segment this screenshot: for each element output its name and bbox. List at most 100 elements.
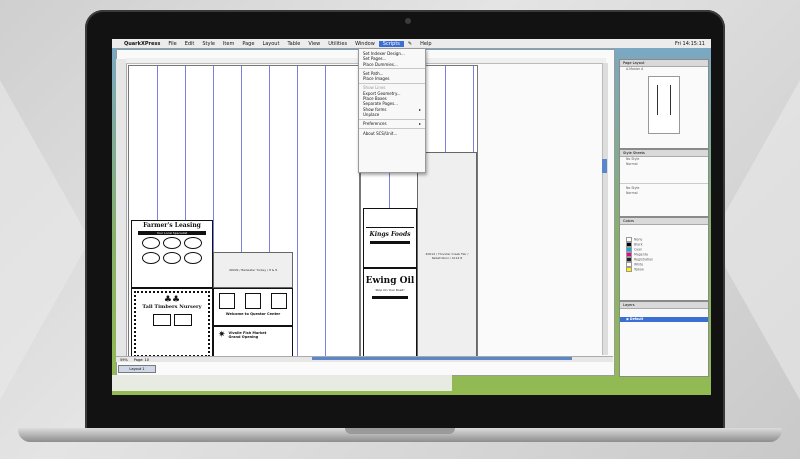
menu-item-place-dummies[interactable]: Place Dummies... [359, 62, 425, 67]
page-left[interactable]: Farmer's Leasing Your Local Specialist ♣… [128, 65, 360, 362]
palette-title: Colors [620, 218, 708, 225]
ad-graphic [184, 237, 202, 249]
menu-utilities[interactable]: Utilities [324, 41, 351, 47]
submenu-arrow-icon: ▸ [418, 121, 421, 127]
menu-help[interactable]: Help [416, 41, 435, 47]
menubar-clock[interactable]: Fri 14:15:11 [671, 41, 711, 47]
ad-photo [245, 293, 261, 309]
menu-file[interactable]: File [164, 41, 180, 47]
menu-layout[interactable]: Layout [258, 41, 283, 47]
scripts-menu: Set Indexer Design... Set Pages... Place… [358, 48, 426, 173]
menu-item[interactable]: Item [219, 41, 238, 47]
placeholder-box[interactable]: 40009 / Bellwater Turkey / 8 & 8 [213, 252, 293, 288]
column-guide [297, 66, 298, 361]
eye-icon[interactable]: ◉ [626, 317, 629, 321]
script-icon[interactable]: ✎ [404, 41, 416, 47]
style-row[interactable]: Normal [620, 162, 708, 167]
tools-palette[interactable] [116, 59, 127, 359]
menu-item-label: Show forms [363, 106, 387, 112]
screen: QuarkXPress File Edit Style Item Page La… [112, 39, 711, 395]
menu-separator [359, 118, 425, 120]
ad-graphic [142, 252, 160, 264]
colors-palette[interactable]: Colors None Black Cyan Magenta Registrat… [619, 217, 709, 301]
color-row[interactable]: Yellow [620, 267, 708, 272]
layers-toolbar [620, 309, 708, 317]
menu-item-about[interactable]: About SCS/Unit... [359, 131, 425, 136]
menu-quarkxpress[interactable]: QuarkXPress [120, 41, 164, 47]
menu-page[interactable]: Page [238, 41, 258, 47]
ad-graphic [163, 237, 181, 249]
color-swatch [626, 267, 632, 272]
page-field[interactable]: Page: 10 [134, 358, 149, 362]
ad-tall-timbers[interactable]: ♣♣ Tall Timbers Nursery [131, 288, 213, 360]
ad-graphic [142, 237, 160, 249]
vertical-scrollbar[interactable] [602, 63, 608, 355]
placeholder-box[interactable]: 40014 / Thunder Creek Fair / Rebatrikoni… [417, 152, 477, 360]
ad-welcome-garden[interactable]: Welcome to Questor Center [213, 288, 293, 326]
color-name: Black [634, 242, 643, 247]
color-name: White [634, 262, 644, 267]
ad-ewing-oil[interactable]: Ewing Oil Stop On Your Road! [363, 268, 417, 360]
page-thumbnail[interactable] [648, 76, 680, 134]
background-window [112, 375, 452, 391]
page-layout-palette[interactable]: Page Layout A-Master A [619, 59, 709, 149]
ad-farmers-leasing-title: Farmer's Leasing [143, 222, 201, 229]
ad-ewing-oil-subtitle: Stop On Your Road! [375, 288, 405, 292]
menu-item-place-images[interactable]: Place Images [359, 76, 425, 81]
style-sheets-palette[interactable]: Style Sheets No Style Normal No Style No… [619, 149, 709, 217]
ad-graphic [184, 252, 202, 264]
palette-divider [620, 183, 708, 184]
ad-fish-market[interactable]: ✷ Vivalle Fish Market Grand Opening [213, 326, 293, 360]
menu-item-unplace[interactable]: Unplace [359, 112, 425, 117]
menu-view[interactable]: View [304, 41, 324, 47]
ad-photo [271, 293, 287, 309]
ad-graphic [163, 252, 181, 264]
menu-table[interactable]: Table [283, 41, 304, 47]
color-name: Cyan [634, 247, 643, 252]
horizontal-scroll-thumb[interactable] [312, 357, 572, 360]
palette-title: Page Layout [620, 60, 708, 67]
camera-icon [405, 18, 411, 24]
colors-toolbar [620, 225, 708, 237]
ad-header-graphic [366, 211, 414, 228]
char-style-row[interactable]: Normal [620, 191, 708, 196]
layer-row-default[interactable]: ◉ Default [620, 317, 708, 322]
master-page[interactable]: A-Master A [620, 67, 708, 72]
menu-separator [359, 82, 425, 84]
ad-bar [370, 241, 410, 244]
layers-palette[interactable]: Layers ◉ Default [619, 301, 709, 377]
color-name: Registration [634, 257, 654, 262]
layer-name: Default [629, 317, 644, 321]
ad-kings-foods[interactable]: Kings Foods [363, 208, 417, 268]
menu-separator [359, 128, 425, 130]
palette-title: Style Sheets [620, 150, 708, 157]
ad-farmers-leasing-subtitle: Your Local Specialist [138, 231, 206, 235]
menu-edit[interactable]: Edit [181, 41, 199, 47]
ad-border [134, 291, 210, 357]
ad-kings-foods-title: Kings Foods [369, 231, 411, 238]
ad-farmers-leasing[interactable]: Farmer's Leasing Your Local Specialist [131, 220, 213, 288]
fish-icon: ✷ [218, 330, 226, 340]
menu-item-label: Preferences [363, 121, 387, 127]
ad-photo [219, 293, 235, 309]
laptop-notch [345, 428, 455, 434]
column-guide [325, 66, 326, 361]
page-thumbnail-figure [657, 85, 671, 115]
ad-welcome-garden-title: Welcome to Questor Center [225, 312, 281, 316]
zoom-field[interactable]: 59% [120, 358, 128, 362]
palette-title: Layers [620, 302, 708, 309]
color-name: Yellow [634, 267, 644, 272]
menu-item-preferences[interactable]: Preferences ▸ [359, 121, 425, 126]
menu-scripts[interactable]: Scripts [378, 40, 404, 47]
color-name: Magenta [634, 252, 648, 257]
ad-bar [372, 296, 408, 299]
menu-style[interactable]: Style [198, 41, 219, 47]
menu-separator [359, 68, 425, 70]
layout-tab[interactable]: Layout 1 [118, 365, 156, 373]
ad-fish-market-subtitle: Grand Opening [228, 335, 259, 339]
color-name: None [634, 237, 643, 242]
ad-ewing-oil-title: Ewing Oil [365, 276, 415, 286]
background-shape-left [0, 80, 90, 400]
vertical-scroll-thumb[interactable] [602, 159, 607, 173]
menu-window[interactable]: Window [351, 41, 379, 47]
